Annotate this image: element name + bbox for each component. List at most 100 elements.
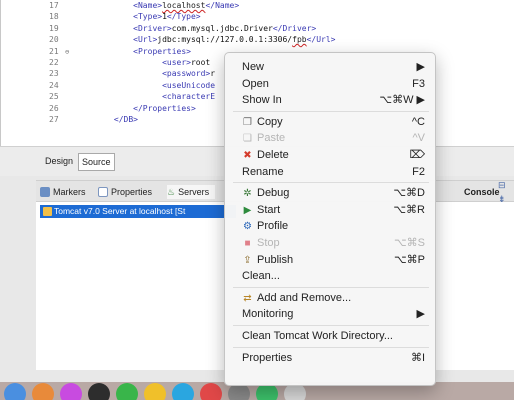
menu-item-label: Paste <box>257 132 286 145</box>
fold-toggle-icon[interactable]: ⊖ <box>65 47 69 57</box>
menu-item-clean-tomcat-work-directory[interactable]: Clean Tomcat Work Directory... <box>225 328 437 345</box>
xml-tag: <Name> <box>133 1 163 10</box>
xml-tag: </Type> <box>166 12 201 22</box>
menu-item-label: Copy <box>257 115 283 128</box>
line-number: 19 <box>49 23 59 33</box>
xml-tag: </Name> <box>205 1 240 10</box>
menu-item-shortcut: ▶ <box>416 308 425 321</box>
xml-tag: <password> <box>142 69 211 79</box>
menu-item-label: Debug <box>257 187 290 200</box>
markers-icon <box>40 187 50 197</box>
menu-item-label: Delete <box>257 149 289 161</box>
tab-properties[interactable]: Properties <box>98 185 152 199</box>
app-icon[interactable] <box>32 383 54 400</box>
xml-tag: </Properties> <box>133 103 196 113</box>
menu-item-label: Show In <box>242 94 282 107</box>
menu-item-rename[interactable]: Rename F2 <box>225 164 437 181</box>
menu-item-shortcut: ⌥⌘D <box>393 187 425 200</box>
tab-servers-label: Servers <box>178 187 210 197</box>
menu-item-show-in[interactable]: Show In ⌥⌘W ▶ <box>225 92 437 109</box>
menu-item-profile[interactable]: ⚙ Profile <box>225 218 437 235</box>
menu-item-monitoring[interactable]: Monitoring ▶ <box>225 306 437 323</box>
copy-icon: ❐ <box>243 116 252 128</box>
debug-icon: ✲ <box>243 188 252 200</box>
minimize-view-icon[interactable]: ⊟ ⇟ <box>498 180 514 204</box>
app-icon[interactable] <box>60 383 82 400</box>
tab-servers[interactable]: ♨ Servers <box>167 185 216 199</box>
tab-markers-label: Markers <box>53 187 86 197</box>
app-icon[interactable] <box>116 383 138 400</box>
code-line[interactable]: 20 <Url>jdbc:mysql://127.0.0.1:3306/fpb<… <box>1 35 514 45</box>
finder-icon[interactable] <box>4 383 26 400</box>
properties-icon <box>98 187 108 197</box>
xml-text: fpb <box>292 35 307 45</box>
menu-item-copy[interactable]: ❐ Copy ^C <box>225 114 437 131</box>
menu-item-shortcut: ⌥⌘W ▶ <box>379 94 425 107</box>
server-row-label: Tomcat v7.0 Server at localhost [St <box>54 206 186 216</box>
app-icon[interactable] <box>172 383 194 400</box>
menu-item-label: Open <box>242 77 269 90</box>
menu-item-label: Monitoring <box>242 308 294 321</box>
app-icon[interactable] <box>88 383 110 400</box>
menu-separator <box>233 110 429 112</box>
line-number: 21 <box>49 46 59 56</box>
menu-item-shortcut: ⌥⌘R <box>393 203 425 216</box>
app-icon[interactable] <box>144 383 166 400</box>
menu-item-label: Add and Remove... <box>257 291 352 304</box>
line-number: 26 <box>49 103 59 113</box>
menu-item-properties[interactable]: Properties ⌘I <box>225 350 437 367</box>
line-number: 23 <box>49 69 59 79</box>
menu-item-start[interactable]: ▶ Start ⌥⌘R <box>225 202 437 219</box>
tab-source[interactable]: Source <box>78 153 115 171</box>
tab-design[interactable]: Design <box>42 153 76 171</box>
menu-item-shortcut: ^V <box>412 132 426 145</box>
paste-icon: ❏ <box>243 133 252 145</box>
xml-text: localhost <box>162 1 206 10</box>
server-row[interactable]: Tomcat v7.0 Server at localhost [St <box>40 205 236 218</box>
code-text: <Properties> <box>85 47 191 57</box>
menu-item-shortcut: F3 <box>412 77 425 90</box>
xml-tag: <useUnicode <box>142 80 216 90</box>
menu-item-add-and-remove[interactable]: ⇄ Add and Remove... <box>225 290 437 307</box>
tab-console[interactable]: Console <box>464 185 500 199</box>
menu-item-shortcut: F2 <box>412 165 425 178</box>
xml-text: com.mysql.jdbc.Driver <box>171 23 273 33</box>
xml-tag: <characterE <box>142 92 216 102</box>
menu-item-label: Rename <box>242 165 284 178</box>
stop-icon: ■ <box>244 238 251 249</box>
context-menu: New ▶ Open F3 Show In ⌥⌘W ▶ ❐ Copy ^C ❏ Paste ^V ✖ De… <box>224 52 436 386</box>
menu-item-debug[interactable]: ✲ Debug ⌥⌘D <box>225 185 437 202</box>
menu-item-delete[interactable]: ✖ Delete ⌦ <box>225 147 437 164</box>
menu-item-new[interactable]: New ▶ <box>225 59 437 76</box>
app-icon[interactable] <box>200 383 222 400</box>
line-number: 27 <box>49 115 59 124</box>
code-text: <user>root <box>85 58 210 68</box>
code-line[interactable]: 18 <Type>1</Type> <box>1 12 514 22</box>
menu-separator <box>233 286 429 288</box>
menu-item-shortcut: ⌥⌘S <box>393 237 425 249</box>
tab-markers[interactable]: Markers <box>40 185 86 199</box>
delete-icon: ✖ <box>243 150 252 161</box>
code-text: <Type>1</Type> <box>85 12 201 22</box>
xml-text: root <box>190 58 211 67</box>
menu-item-clean[interactable]: Clean... <box>225 268 437 285</box>
profile-icon: ⚙ <box>243 221 252 233</box>
menu-item-open[interactable]: Open F3 <box>225 76 437 93</box>
menu-item-publish[interactable]: ⇪ Publish ⌥⌘P <box>225 252 437 269</box>
xml-tag: <Properties> <box>133 46 191 56</box>
xml-text: r <box>210 69 216 79</box>
code-text: <Driver>com.mysql.jdbc.Driver</Driver> <box>85 24 316 34</box>
code-line[interactable]: 19 <Driver>com.mysql.jdbc.Driver</Driver… <box>1 24 514 34</box>
menu-item-label: Publish <box>257 253 294 266</box>
menu-item-shortcut: ⌥⌘P <box>393 253 425 266</box>
xml-tag: </Driver> <box>272 23 317 33</box>
menu-item-label: Properties <box>242 351 293 364</box>
code-text: </DB> <box>85 115 138 125</box>
xml-tag: <user> <box>142 58 191 67</box>
menu-item-shortcut: ⌦ <box>409 149 425 161</box>
menu-separator <box>233 325 429 326</box>
tab-console-label: Console <box>464 187 500 197</box>
code-line[interactable]: 17 <Name>localhost</Name> <box>1 1 514 11</box>
xml-tag: </DB> <box>113 115 138 124</box>
xml-tag: <Type> <box>133 12 163 22</box>
